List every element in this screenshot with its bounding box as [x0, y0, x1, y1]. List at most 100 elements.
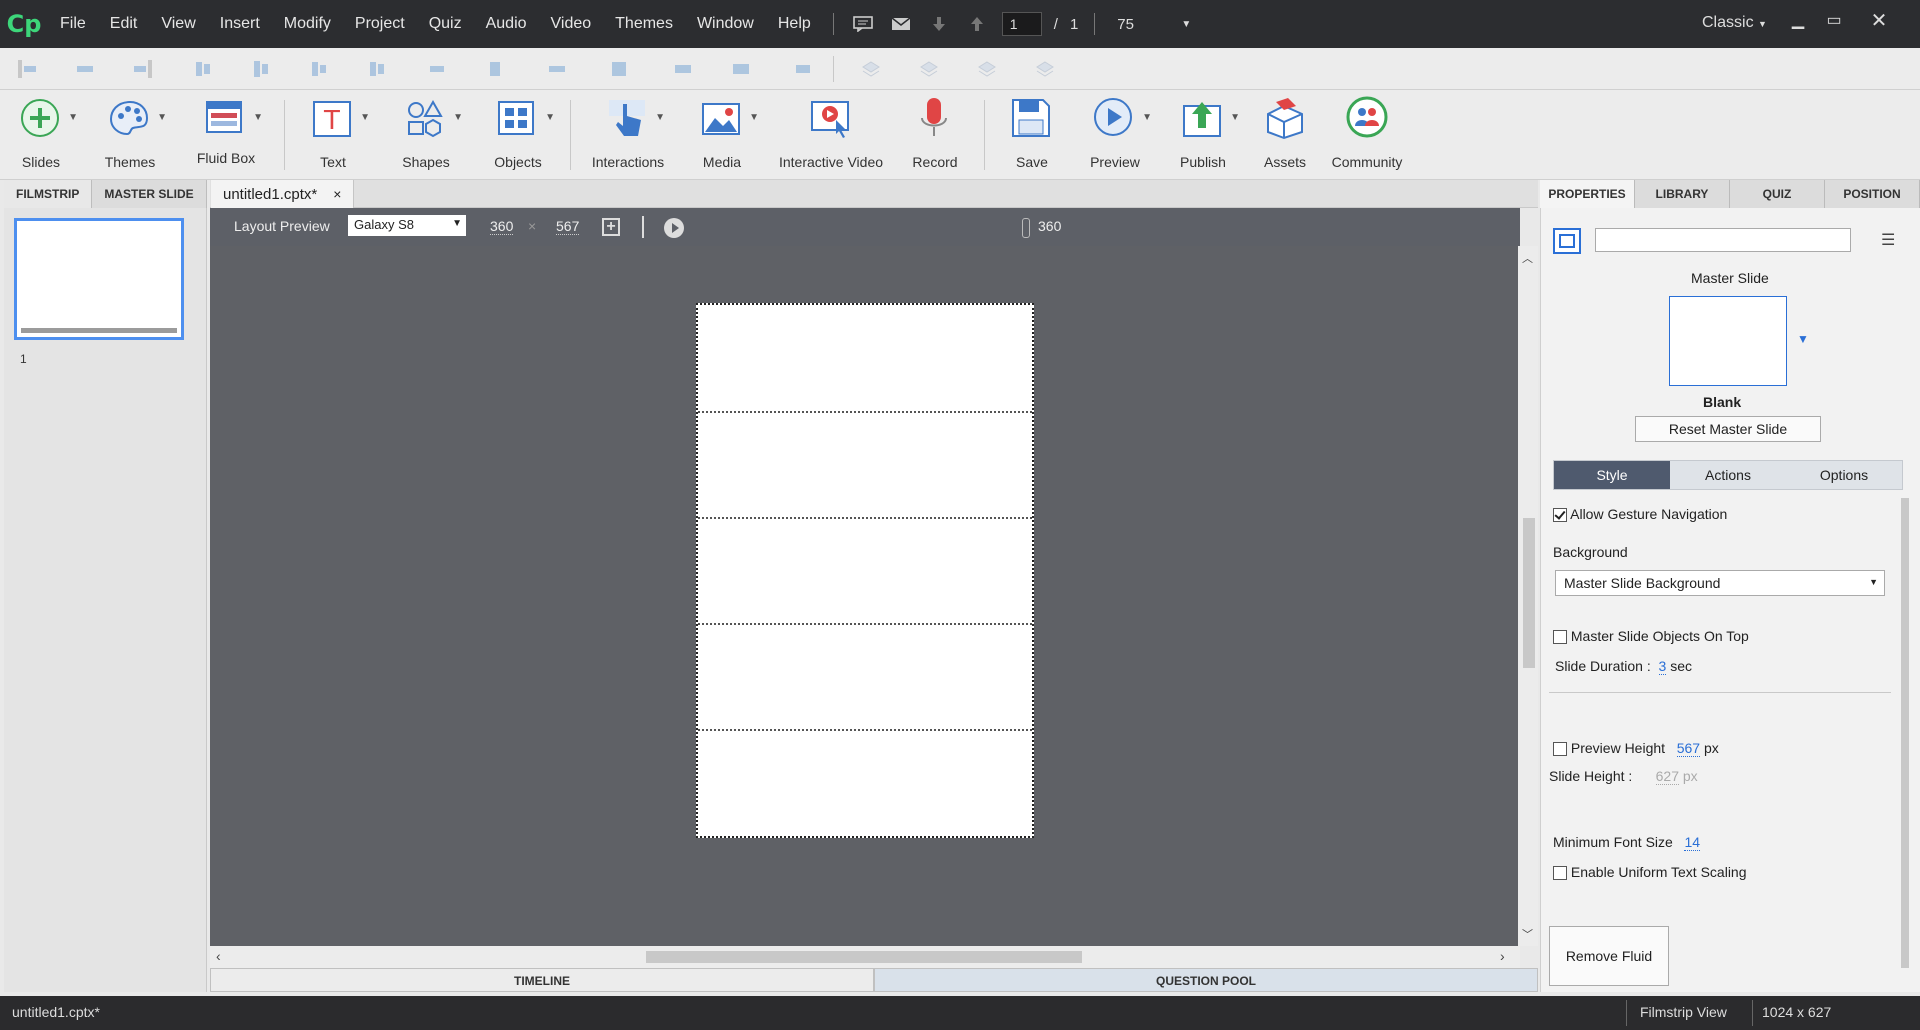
align-middle-icon[interactable]	[250, 58, 272, 80]
subtab-actions[interactable]: Actions	[1670, 461, 1786, 489]
min-font-value[interactable]: 14	[1684, 834, 1701, 851]
background-select[interactable]: Master Slide Background ▼	[1555, 570, 1885, 596]
menu-video[interactable]: Video	[539, 15, 604, 33]
same-width-icon[interactable]	[484, 58, 506, 80]
preview-width[interactable]: 360	[490, 218, 514, 235]
master-objects-row[interactable]: Master Slide Objects On Top	[1553, 628, 1749, 645]
allow-gesture-row[interactable]: Allow Gesture Navigation	[1553, 506, 1727, 523]
align-bottom-icon[interactable]	[308, 58, 330, 80]
horizontal-scroll-thumb[interactable]	[646, 951, 1082, 963]
position-icon[interactable]	[792, 58, 814, 80]
page-number-input[interactable]: 1	[1001, 12, 1042, 36]
scroll-left-icon[interactable]: ‹	[216, 948, 221, 964]
stage-horizontal-scrollbar[interactable]: ‹ ›	[210, 946, 1520, 968]
media-button[interactable]: ▼ Media	[694, 96, 759, 178]
master-slide-dropdown-icon[interactable]: ▼	[1797, 332, 1809, 346]
stage-vertical-scrollbar[interactable]: ︿ ﹀	[1518, 246, 1538, 946]
send-backward-icon[interactable]	[918, 58, 940, 80]
preview-height[interactable]: 567	[556, 218, 580, 235]
align-right-icon[interactable]	[132, 58, 154, 80]
interactions-button[interactable]: ▼ Interactions	[590, 96, 666, 178]
align-extra-icon[interactable]	[730, 58, 752, 80]
menu-view[interactable]: View	[149, 15, 207, 33]
maximize-icon[interactable]: ▭	[1819, 8, 1849, 34]
tab-library[interactable]: LIBRARY	[1635, 180, 1730, 208]
add-breakpoint-icon[interactable]: +	[602, 218, 620, 236]
save-button[interactable]: Save	[1008, 96, 1056, 178]
tab-properties[interactable]: PROPERTIES	[1540, 180, 1635, 208]
menu-window[interactable]: Window	[685, 15, 766, 33]
tab-timeline[interactable]: TIMELINE	[210, 968, 874, 992]
align-center-icon[interactable]	[74, 58, 96, 80]
scroll-down-icon[interactable]: ﹀	[1522, 926, 1533, 942]
subtab-options[interactable]: Options	[1786, 461, 1902, 489]
send-to-back-icon[interactable]	[1034, 58, 1056, 80]
mail-icon[interactable]	[890, 16, 912, 32]
next-slide-arrow-icon[interactable]	[928, 16, 950, 32]
uniform-scaling-row[interactable]: Enable Uniform Text Scaling	[1553, 864, 1747, 881]
comment-icon[interactable]	[852, 16, 874, 32]
slide-canvas[interactable]	[696, 303, 1034, 838]
menu-help[interactable]: Help	[766, 15, 823, 33]
bring-to-front-icon[interactable]	[976, 58, 998, 80]
master-slide-thumbnail[interactable]	[1669, 296, 1787, 386]
remove-fluid-boxes-button[interactable]: Remove Fluid Boxes	[1549, 926, 1669, 1022]
tab-position[interactable]: POSITION	[1825, 180, 1920, 208]
allow-gesture-checkbox[interactable]	[1553, 508, 1567, 523]
center-stage-icon[interactable]	[672, 58, 694, 80]
play-preview-icon[interactable]	[664, 218, 684, 238]
panel-menu-icon[interactable]: ☰	[1881, 230, 1895, 250]
distribute-horizontal-icon[interactable]	[366, 58, 388, 80]
menu-themes[interactable]: Themes	[603, 15, 685, 33]
same-size-icon[interactable]	[608, 58, 630, 80]
minimize-icon[interactable]: ▁	[1783, 8, 1813, 34]
slide-thumbnail[interactable]	[14, 218, 184, 340]
properties-scrollbar[interactable]	[1901, 498, 1909, 968]
slide-duration-value[interactable]: 3	[1658, 658, 1667, 675]
tab-master-slide[interactable]: MASTER SLIDE	[92, 180, 207, 208]
assets-button[interactable]: Assets	[1262, 96, 1308, 178]
breakpoint-slider-handle[interactable]	[1022, 218, 1030, 238]
distribute-vertical-icon[interactable]	[426, 58, 448, 80]
themes-button[interactable]: ▼ Themes	[98, 96, 167, 178]
device-select[interactable]: Galaxy S8 ▼	[348, 215, 466, 236]
preview-height-checkbox[interactable]	[1553, 742, 1567, 757]
tab-filmstrip[interactable]: FILMSTRIP	[4, 180, 93, 208]
zoom-select[interactable]: 75 ▼	[1109, 12, 1199, 36]
preview-height-value[interactable]: 567	[1676, 740, 1701, 757]
object-style-icon[interactable]	[1553, 228, 1581, 254]
document-tab[interactable]: untitled1.cptx* ×	[211, 180, 355, 208]
scroll-right-icon[interactable]: ›	[1500, 948, 1505, 964]
menu-edit[interactable]: Edit	[98, 15, 150, 33]
publish-button[interactable]: ▼ Publish	[1176, 96, 1240, 178]
vertical-scroll-thumb[interactable]	[1523, 518, 1535, 668]
align-left-icon[interactable]	[16, 58, 38, 80]
menu-file[interactable]: File	[48, 15, 98, 33]
community-button[interactable]: Community	[1330, 96, 1404, 178]
record-button[interactable]: Record	[910, 96, 960, 178]
menu-modify[interactable]: Modify	[272, 15, 343, 33]
tab-question-pool[interactable]: QUESTION POOL	[874, 968, 1538, 992]
filmstrip-scrollbar[interactable]	[196, 214, 204, 984]
master-objects-checkbox[interactable]	[1553, 630, 1567, 645]
uniform-scaling-checkbox[interactable]	[1553, 866, 1567, 881]
align-top-icon[interactable]	[192, 58, 214, 80]
preview-button[interactable]: ▼ Preview	[1088, 96, 1152, 178]
same-height-icon[interactable]	[546, 58, 568, 80]
shapes-button[interactable]: ▼ Shapes	[398, 96, 463, 178]
subtab-style[interactable]: Style	[1554, 461, 1670, 489]
menu-insert[interactable]: Insert	[208, 15, 272, 33]
objects-button[interactable]: ▼ Objects	[490, 96, 555, 178]
workspace-switcher[interactable]: Classic ▼	[1702, 14, 1767, 32]
fluid-box-button[interactable]: ▼ Fluid Box	[194, 96, 263, 178]
bring-forward-icon[interactable]	[860, 58, 882, 80]
interactive-video-button[interactable]: Interactive Video	[776, 96, 886, 178]
slides-button[interactable]: ▼ Slides	[14, 96, 78, 178]
reset-master-slide-button[interactable]: Reset Master Slide	[1635, 416, 1821, 442]
menu-audio[interactable]: Audio	[474, 15, 539, 33]
close-icon[interactable]: ✕	[1864, 8, 1894, 34]
text-button[interactable]: T ▼ Text	[308, 96, 370, 178]
previous-slide-arrow-icon[interactable]	[966, 16, 988, 32]
close-tab-icon[interactable]: ×	[333, 186, 341, 202]
tab-quiz[interactable]: QUIZ	[1730, 180, 1825, 208]
